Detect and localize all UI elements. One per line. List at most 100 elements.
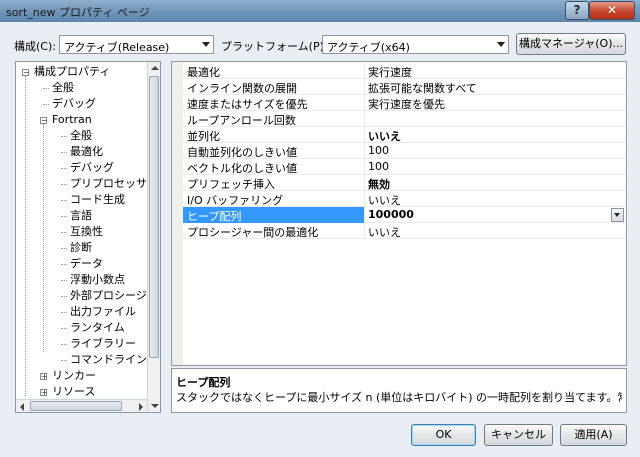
property-value[interactable]: 実行速度を優先	[368, 96, 445, 112]
tree-connector	[61, 296, 67, 297]
property-name: ループアンロール回数	[187, 114, 296, 127]
tree-item[interactable]: ランタイム	[70, 320, 125, 336]
property-row[interactable]: プリフェッチ挿入 無効	[183, 175, 626, 191]
tree-item[interactable]: リソース	[52, 384, 95, 400]
chevron-down-icon	[497, 42, 505, 47]
tree-item[interactable]: 浮動小数点	[70, 272, 125, 288]
property-value[interactable]: 100	[368, 144, 389, 157]
tree-item[interactable]: デバッグ	[70, 160, 114, 176]
property-value[interactable]: いいえ	[368, 224, 401, 240]
tree-vertical-scrollbar[interactable]	[147, 62, 160, 412]
platform-label: プラットフォーム(P):	[221, 40, 328, 53]
apply-button[interactable]: 適用(A)	[560, 424, 627, 446]
scroll-right-icon[interactable]	[139, 403, 143, 411]
tree-connector	[61, 264, 67, 265]
expander-icon[interactable]: +	[40, 389, 48, 397]
config-value: アクティブ(Release)	[64, 41, 170, 54]
property-name: 並列化	[187, 130, 220, 143]
tree-item[interactable]: データ	[70, 256, 103, 272]
tree-connector	[61, 328, 67, 329]
tree-item[interactable]: コード生成	[70, 192, 125, 208]
property-value[interactable]: いいえ	[368, 192, 401, 208]
property-row[interactable]: I/O バッファリング いいえ	[183, 191, 626, 207]
property-name: プロシージャー間の最適化	[187, 226, 319, 239]
config-combo[interactable]: アクティブ(Release)	[59, 35, 214, 54]
expander-icon[interactable]: +	[40, 373, 48, 381]
column-divider	[364, 79, 365, 95]
scroll-up-icon[interactable]	[151, 66, 159, 70]
property-row[interactable]: 並列化 いいえ	[183, 127, 626, 143]
hscroll-thumb[interactable]	[30, 401, 122, 411]
expander-icon[interactable]: −	[40, 117, 48, 125]
column-divider	[364, 223, 365, 239]
platform-combo[interactable]: アクティブ(x64)	[322, 35, 509, 54]
property-value[interactable]: 100000	[368, 208, 414, 221]
tree-item[interactable]: 互換性	[70, 224, 103, 240]
tree-connector	[61, 312, 67, 313]
property-row[interactable]: インライン関数の展開 拡張可能な関数すべて	[183, 79, 626, 95]
column-divider	[364, 111, 365, 127]
value-dropdown-button[interactable]	[611, 208, 624, 222]
property-value[interactable]: 実行速度	[368, 64, 412, 80]
property-row[interactable]: ベクトル化のしきい値 100	[183, 159, 626, 175]
column-divider	[364, 159, 365, 175]
property-name: I/O バッファリング	[187, 194, 284, 207]
tree-item[interactable]: デバッグ	[52, 96, 96, 112]
tree-item[interactable]: 言語	[70, 208, 92, 224]
property-row[interactable]: 速度またはサイズを優先 実行速度を優先	[183, 95, 626, 111]
tree-item[interactable]: Fortran	[52, 112, 92, 128]
description-panel: ヒープ配列 スタックではなくヒープに最小サイズ n (単位はキロバイト) の一時…	[171, 368, 627, 413]
tree-item[interactable]: リンカー	[52, 368, 96, 384]
property-value[interactable]: 100	[368, 160, 389, 173]
scroll-down-icon[interactable]	[151, 404, 159, 408]
description-text: スタックではなくヒープに最小サイズ n (単位はキロバイト) の一時配列を割り当…	[176, 391, 622, 404]
category-tree: − 構成プロパティ 全般 デバッグ − Fortran 全般 最適化 デバッグ プリプロセッサーコ…	[15, 61, 161, 413]
tree-item[interactable]: 全般	[52, 80, 74, 96]
property-name: プリフェッチ挿入	[187, 178, 275, 191]
property-row[interactable]: ループアンロール回数	[183, 111, 626, 127]
tree-horizontal-scrollbar[interactable]	[16, 399, 147, 412]
scroll-thumb[interactable]	[149, 76, 159, 358]
platform-value: アクティブ(x64)	[327, 41, 410, 54]
expander-icon[interactable]: −	[22, 69, 30, 77]
property-grid: 最適化 実行速度インライン関数の展開 拡張可能な関数すべて速度またはサイズを優先 実行…	[171, 61, 627, 366]
tree-item[interactable]: ライブラリー	[70, 336, 136, 352]
property-name: 速度またはサイズを優先	[187, 98, 308, 111]
property-name: 最適化	[187, 66, 220, 79]
tree-item[interactable]: 出力ファイル	[70, 304, 136, 320]
tree-item[interactable]: 診断	[70, 240, 92, 256]
tree-item[interactable]: 最適化	[70, 144, 103, 160]
property-row[interactable]: プロシージャー間の最適化 いいえ	[183, 223, 626, 239]
tree-item[interactable]: 全般	[70, 128, 92, 144]
property-name: ベクトル化のしきい値	[187, 162, 297, 175]
help-button[interactable]: ?	[565, 1, 589, 20]
tree-connector	[61, 232, 67, 233]
column-divider	[364, 143, 365, 159]
title-bar[interactable]: sort_new プロパティ ページ ? ✕	[0, 0, 640, 22]
property-value[interactable]: 拡張可能な関数すべて	[368, 80, 477, 96]
description-title: ヒープ配列	[176, 376, 231, 389]
property-row[interactable]: 自動並列化のしきい値 100	[183, 143, 626, 159]
config-manager-button[interactable]: 構成マネージャ(O)...	[516, 33, 626, 55]
property-row[interactable]: 最適化 実行速度	[183, 63, 626, 79]
tree-connector	[61, 280, 67, 281]
tree-item[interactable]: プリプロセッサー	[70, 176, 158, 192]
property-name: インライン関数の展開	[187, 82, 297, 95]
scroll-left-icon[interactable]	[20, 403, 24, 411]
tree-connector	[43, 88, 49, 89]
property-name: ヒープ配列	[187, 210, 242, 223]
tree-connector	[61, 168, 67, 169]
cancel-button[interactable]: キャンセル	[484, 424, 553, 446]
property-value[interactable]: いいえ	[368, 128, 401, 144]
column-divider	[364, 175, 365, 191]
tree-item-root[interactable]: 構成プロパティ	[34, 64, 110, 80]
tree-connector	[61, 136, 67, 137]
property-value[interactable]: 無効	[368, 176, 390, 192]
property-row[interactable]: ヒープ配列 100000	[183, 207, 626, 223]
close-button[interactable]: ✕	[589, 1, 635, 20]
ok-button[interactable]: OK	[411, 424, 476, 446]
tree-connector	[61, 344, 67, 345]
tree-connector	[61, 360, 67, 361]
tree-item[interactable]: コマンドライン	[70, 352, 147, 368]
window-title: sort_new プロパティ ページ	[6, 6, 150, 19]
